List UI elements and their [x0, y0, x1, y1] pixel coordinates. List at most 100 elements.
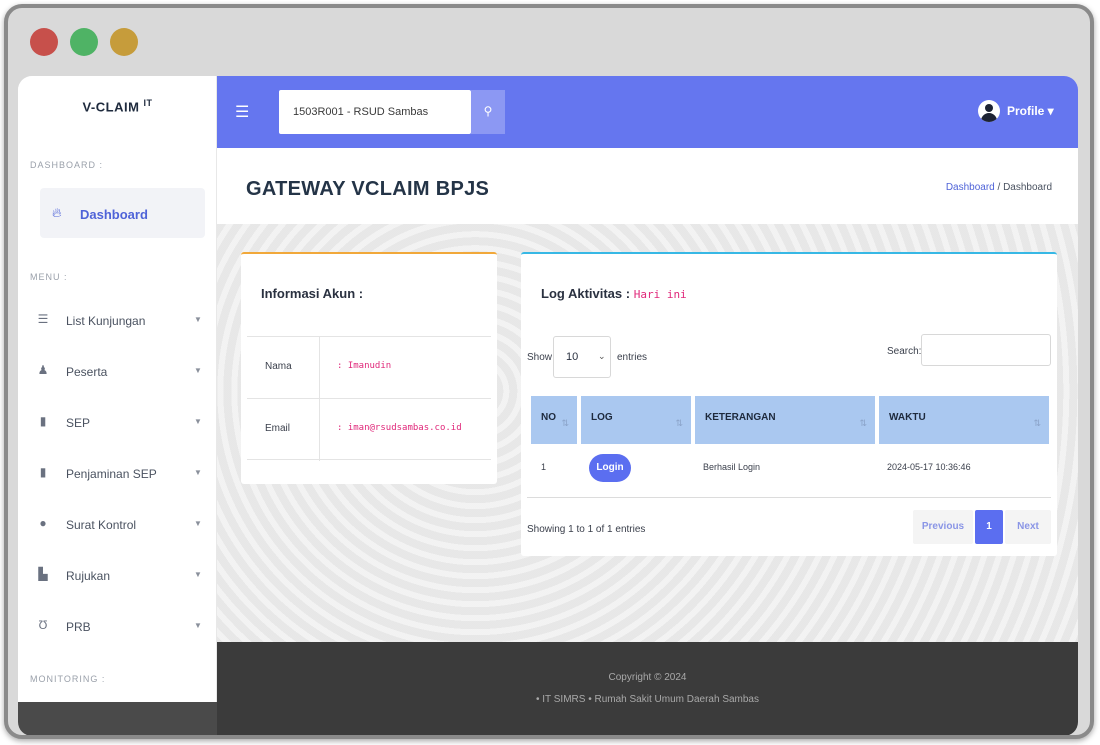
- table-search-input[interactable]: [921, 334, 1051, 366]
- activity-log-card: Log Aktivitas : Hari ini Show 10 ⌄ entri…: [521, 252, 1057, 556]
- activity-log-title: Log Aktivitas : Hari ini: [541, 286, 687, 301]
- caret-down-icon: ▼: [194, 570, 202, 579]
- entries-per-page-value: 10: [566, 351, 579, 363]
- section-label-monitoring: MONITORING :: [30, 674, 106, 684]
- info-key: Nama: [265, 361, 292, 372]
- top-navbar: ☰ 1503R001 - RSUD Sambas ⚲ Profile ▾: [217, 76, 1078, 148]
- caret-down-icon: ▼: [194, 417, 202, 426]
- profile-dropdown[interactable]: Profile ▾: [1007, 104, 1054, 118]
- activity-log-table: NO ⇅ LOG ⇅ KETERANGAN ⇅ WAKTU ⇅ 1 Login Berh…: [527, 392, 1051, 498]
- column-header-log[interactable]: LOG ⇅: [581, 396, 691, 444]
- log-badge[interactable]: Login: [589, 454, 631, 482]
- search-input[interactable]: 1503R001 - RSUD Sambas: [279, 90, 471, 134]
- fire-icon: 🔥︎: [52, 205, 62, 220]
- sort-icon: ⇅: [561, 418, 569, 428]
- sidebar: V-CLAIM IT DASHBOARD : 🔥︎ Dashboard MENU…: [18, 76, 217, 702]
- column-header-no[interactable]: NO ⇅: [531, 396, 577, 444]
- account-info-card: Informasi Akun : Nama Imanudin Email ima…: [241, 252, 497, 484]
- entries-per-page-select[interactable]: 10 ⌄: [553, 336, 611, 378]
- minimize-window-button[interactable]: [70, 28, 98, 56]
- close-window-button[interactable]: [30, 28, 58, 56]
- cell-keterangan: Berhasil Login: [703, 462, 761, 472]
- main-content: Informasi Akun : Nama Imanudin Email ima…: [217, 224, 1078, 642]
- app-screen: V-CLAIM IT DASHBOARD : 🔥︎ Dashboard MENU…: [18, 76, 1078, 735]
- breadcrumb-current: Dashboard: [1003, 182, 1052, 193]
- search-icon: ⚲: [483, 104, 493, 118]
- stethoscope-icon: Ʊ: [38, 618, 48, 632]
- activity-log-period: Hari ini: [633, 288, 687, 301]
- window-frame: V-CLAIM IT DASHBOARD : 🔥︎ Dashboard MENU…: [4, 4, 1094, 739]
- sort-icon: ⇅: [859, 418, 867, 428]
- cell-waktu: 2024-05-17 10:36:46: [887, 462, 971, 472]
- file-icon: ▮: [39, 414, 47, 428]
- account-info-table: Nama Imanudin Email iman@rsudsambas.co.i…: [247, 336, 491, 461]
- table-row: 1 Login Berhasil Login 2024-05-17 10:36:…: [527, 442, 1051, 498]
- maximize-window-button[interactable]: [110, 28, 138, 56]
- pagination-page-button[interactable]: 1: [975, 510, 1003, 544]
- info-key: Email: [265, 423, 291, 434]
- sidebar-item-label: PRB: [66, 620, 91, 634]
- brand-name: V-CLAIM: [82, 99, 140, 115]
- caret-down-icon: ▼: [194, 519, 202, 528]
- account-info-title: Informasi Akun :: [261, 286, 364, 301]
- sidebar-item-label: Peserta: [66, 365, 108, 379]
- breadcrumb-link-dashboard[interactable]: Dashboard: [946, 182, 995, 193]
- caret-down-icon: ▼: [194, 621, 202, 630]
- caret-down-icon: ▼: [194, 468, 202, 477]
- user-icon: ♟: [37, 363, 49, 377]
- window-titlebar: [8, 8, 1090, 70]
- building-icon: ▙: [38, 567, 48, 581]
- brand-logo[interactable]: V-CLAIM IT: [18, 98, 217, 114]
- column-header-label: KETERANGAN: [705, 412, 776, 423]
- clock-icon: ●: [39, 516, 47, 530]
- sort-icon: ⇅: [675, 418, 683, 428]
- activity-log-title-text: Log Aktivitas :: [541, 286, 634, 301]
- sidebar-item-surat-kontrol[interactable]: ● Surat Kontrol ▼: [18, 506, 217, 546]
- sidebar-item-label: SEP: [66, 416, 91, 430]
- section-label-menu: MENU :: [30, 272, 68, 282]
- page-header: GATEWAY VCLAIM BPJS Dashboard / Dashboar…: [217, 148, 1078, 224]
- footer-copyright: Copyright © 2024: [608, 672, 687, 683]
- sidebar-bottom-bar: [18, 702, 217, 735]
- sidebar-item-label: Surat Kontrol: [66, 518, 137, 532]
- table-info-text: Showing 1 to 1 of 1 entries: [527, 524, 646, 535]
- sidebar-item-label: List Kunjungan: [66, 314, 146, 328]
- sidebar-item-rujukan[interactable]: ▙ Rujukan ▼: [18, 557, 217, 597]
- sidebar-item-list-kunjungan[interactable]: ☰ List Kunjungan ▼: [18, 302, 217, 342]
- chevron-down-icon: ⌄: [598, 351, 606, 361]
- table-header: NO ⇅ LOG ⇅ KETERANGAN ⇅ WAKTU ⇅: [527, 392, 1051, 444]
- column-header-label: NO: [541, 412, 556, 423]
- section-label-dashboard: DASHBOARD :: [30, 160, 104, 170]
- sidebar-item-dashboard[interactable]: 🔥︎ Dashboard: [40, 188, 205, 238]
- hamburger-menu-icon[interactable]: ☰: [235, 102, 249, 122]
- footer-credits: • IT SIMRS • Rumah Sakit Umum Daerah Sam…: [536, 694, 759, 705]
- sidebar-item-penjaminan-sep[interactable]: ▮ Penjaminan SEP ▼: [18, 455, 217, 495]
- table-search-label: Search:: [887, 346, 922, 357]
- sort-icon: ⇅: [1033, 418, 1041, 428]
- breadcrumb-separator: /: [994, 182, 1004, 193]
- column-header-keterangan[interactable]: KETERANGAN ⇅: [695, 396, 875, 444]
- show-label: Show: [527, 352, 553, 363]
- caret-down-icon: ▼: [194, 315, 202, 324]
- sidebar-item-prb[interactable]: Ʊ PRB ▼: [18, 608, 217, 648]
- pagination-previous-button[interactable]: Previous: [913, 510, 973, 544]
- cell-no: 1: [541, 462, 547, 472]
- entries-label: entries: [617, 352, 648, 363]
- info-value: Imanudin: [337, 361, 391, 371]
- caret-down-icon: ▼: [194, 366, 202, 375]
- column-header-label: WAKTU: [889, 412, 926, 423]
- brand-suffix: IT: [143, 98, 153, 108]
- sidebar-item-label: Penjaminan SEP: [66, 467, 157, 481]
- search-button[interactable]: ⚲: [471, 90, 505, 134]
- column-header-waktu[interactable]: WAKTU ⇅: [879, 396, 1049, 444]
- sidebar-item-sep[interactable]: ▮ SEP ▼: [18, 404, 217, 444]
- sidebar-item-peserta[interactable]: ♟ Peserta ▼: [18, 353, 217, 393]
- sidebar-item-label: Rujukan: [66, 569, 111, 583]
- sidebar-item-label: Dashboard: [80, 207, 148, 222]
- avatar[interactable]: [978, 100, 1000, 122]
- list-icon: ☰: [37, 312, 49, 326]
- breadcrumb: Dashboard / Dashboard: [946, 182, 1052, 193]
- pagination-next-button[interactable]: Next: [1005, 510, 1051, 544]
- info-row-email: Email iman@rsudsambas.co.id: [247, 398, 491, 461]
- footer: Copyright © 2024 • IT SIMRS • Rumah Saki…: [217, 642, 1078, 735]
